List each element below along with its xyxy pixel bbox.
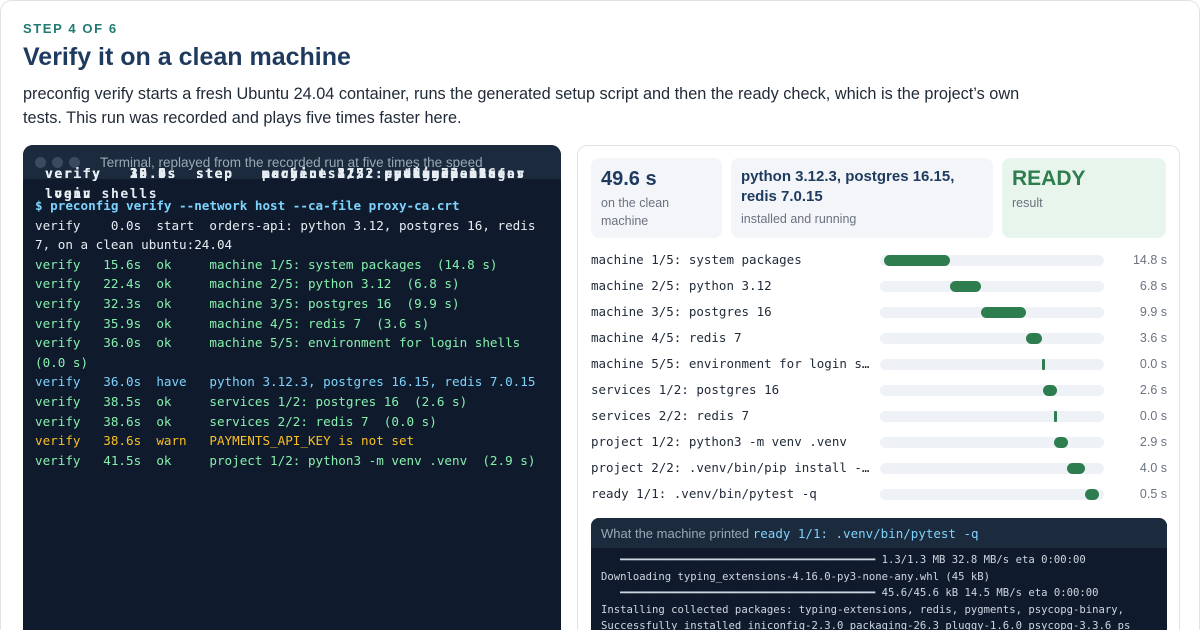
machine-output-line: Installing collected packages: typing-ex… [601, 603, 1124, 616]
timeline-bar [1085, 489, 1100, 500]
timeline-row-label: machine 4/5: redis 7 [591, 330, 742, 345]
timeline-row-label: project 2/2: .venv/bin/pip install -… [591, 460, 870, 475]
timeline-row-label: machine 5/5: environment for login s… [591, 356, 870, 371]
terminal-line: verify 36.0s ok machine 5/5: environment… [35, 335, 528, 370]
timeline-row-duration: 0.0 s [1139, 409, 1167, 423]
machine-output: What the machine printed ready 1/1: .ven… [591, 518, 1167, 630]
timeline-track [880, 333, 1104, 344]
timeline-bar [1025, 333, 1043, 344]
timeline-bar [1054, 437, 1069, 448]
timeline-bar [1042, 385, 1057, 396]
versions-value: python 3.12.3, postgres 16.15, redis 7.0… [741, 168, 955, 205]
terminal-window[interactable]: Terminal, replayed from the recorded run… [23, 145, 561, 630]
timeline-track [880, 281, 1104, 292]
step-card: STEP 4 OF 6 Verify it on a clean machine… [0, 0, 1200, 630]
timeline-row: machine 1/5: system packages 14.8 s [591, 250, 1169, 270]
terminal-line: verify 38.6s ok services 2/2: redis 7 (0… [35, 413, 437, 429]
timeline-row-duration: 2.6 s [1139, 383, 1167, 397]
timeline-row: services 2/2: redis 7 0.0 s [591, 406, 1169, 426]
terminal-line: verify 0.0s start orders-api: python 3.1… [35, 217, 544, 253]
timeline-row-label: machine 2/5: python 3.12 [591, 278, 772, 293]
result-stat: READY result [1002, 158, 1166, 238]
page-description: preconfig verify starts a fresh Ubuntu 2… [23, 85, 1020, 127]
timeline-row-duration: 9.9 s [1139, 305, 1167, 319]
timeline-bar [1042, 359, 1046, 370]
timeline-row: project 1/2: python3 -m venv .venv 2.9 s [591, 432, 1169, 452]
timeline-bar [883, 255, 951, 266]
timeline-row-duration: 14.8 s [1132, 253, 1167, 267]
timeline-track [880, 463, 1104, 474]
summary-panel: 49.6 s on the clean machine python 3.12.… [577, 145, 1180, 630]
timeline-row: machine 2/5: python 3.12 6.8 s [591, 276, 1169, 296]
terminal-line: verify 38.6s step project 1/2: python3 -… [45, 167, 536, 202]
timeline-row-label: machine 1/5: system packages [591, 252, 802, 267]
timeline-row-label: services 2/2: redis 7 [591, 408, 750, 423]
timeline-row-label: services 1/2: postgres 16 [591, 382, 780, 397]
timeline-track [880, 437, 1104, 448]
terminal-line: verify 38.6s warn PAYMENTS_API_KEY is no… [35, 433, 415, 449]
result-value: READY [1012, 167, 1086, 190]
timeline-bar [1067, 463, 1086, 474]
timeline-bar [1053, 411, 1057, 422]
timeline-row-label: project 1/2: python3 -m venv .venv [591, 434, 847, 449]
timeline-bar [950, 281, 982, 292]
result-label: result [1012, 196, 1043, 210]
machine-output-header: What the machine printed ready 1/1: .ven… [591, 518, 1167, 548]
terminal-line: verify 15.6s ok machine 1/5: system pack… [35, 256, 498, 272]
timeline-row-label: machine 3/5: postgres 16 [591, 304, 772, 319]
timeline-track [880, 359, 1104, 370]
timeline-row-duration: 3.6 s [1139, 331, 1167, 345]
machine-output-command: ready 1/1: .venv/bin/pytest -q [752, 526, 979, 541]
timeline-row-label: ready 1/1: .venv/bin/pytest -q [591, 486, 817, 501]
duration-stat: 49.6 s on the clean machine [591, 158, 722, 238]
duration-value: 49.6 s [601, 168, 657, 190]
timeline-row-duration: 2.9 s [1139, 435, 1167, 449]
terminal-line: verify 35.9s ok machine 4/5: redis 7 (3.… [35, 315, 430, 331]
timeline-row-duration: 0.5 s [1139, 487, 1167, 501]
timeline-row: machine 4/5: redis 7 3.6 s [591, 328, 1169, 348]
duration-label: on the clean machine [601, 196, 670, 228]
terminal-line: verify 38.5s ok services 1/2: postgres 1… [35, 393, 468, 409]
timeline-row-duration: 6.8 s [1139, 279, 1167, 293]
page-title: Verify it on a clean machine [23, 43, 351, 71]
timeline-bar [981, 307, 1026, 318]
step-indicator: STEP 4 OF 6 [23, 21, 118, 36]
timeline-track [880, 411, 1104, 422]
timeline-row: machine 3/5: postgres 16 9.9 s [591, 302, 1169, 322]
timeline-row: machine 5/5: environment for login s… 0.0… [591, 354, 1169, 374]
versions-label: installed and running [741, 212, 857, 226]
terminal-line: verify 32.3s ok machine 3/5: postgres 16… [35, 295, 460, 311]
timeline-track [880, 255, 1104, 266]
timeline-row: services 1/2: postgres 16 2.6 s [591, 380, 1169, 400]
machine-output-text[interactable]: ━━━━━━━━━━━━━━━━━━━━━━━━━━━━━━━━━━━━━━━━… [591, 548, 1167, 630]
timeline-track [880, 385, 1104, 396]
machine-output-line: Successfully installed iniconfig-2.3.0 p… [601, 620, 1131, 630]
machine-output-line: ━━━━━━━━━━━━━━━━━━━━━━━━━━━━━━━━━━━━━━━━… [601, 554, 1086, 566]
versions-stat: python 3.12.3, postgres 16.15, redis 7.0… [731, 158, 993, 238]
timeline-track [880, 489, 1104, 500]
timeline-row-duration: 0.0 s [1139, 357, 1167, 371]
machine-output-prefix: What the machine printed [601, 526, 753, 541]
terminal-line: verify 22.4s ok machine 2/5: python 3.12… [35, 276, 460, 292]
terminal-line: verify 36.0s have python 3.12.3, postgre… [35, 374, 536, 390]
timeline-row: project 2/2: .venv/bin/pip install -… 4.0… [591, 458, 1169, 478]
timeline-row-duration: 4.0 s [1139, 461, 1167, 475]
machine-output-line: ━━━━━━━━━━━━━━━━━━━━━━━━━━━━━━━━━━━━━━━━… [601, 587, 1099, 600]
timeline-row: ready 1/1: .venv/bin/pytest -q 0.5 s [591, 484, 1169, 504]
terminal-line: verify 41.5s ok project 1/2: python3 -m … [35, 452, 536, 468]
timeline-track [880, 307, 1104, 318]
machine-output-line: Downloading typing_extensions-4.16.0-py3… [601, 570, 991, 583]
terminal-output[interactable]: $ preconfig verify --network host --ca-f… [23, 167, 561, 470]
